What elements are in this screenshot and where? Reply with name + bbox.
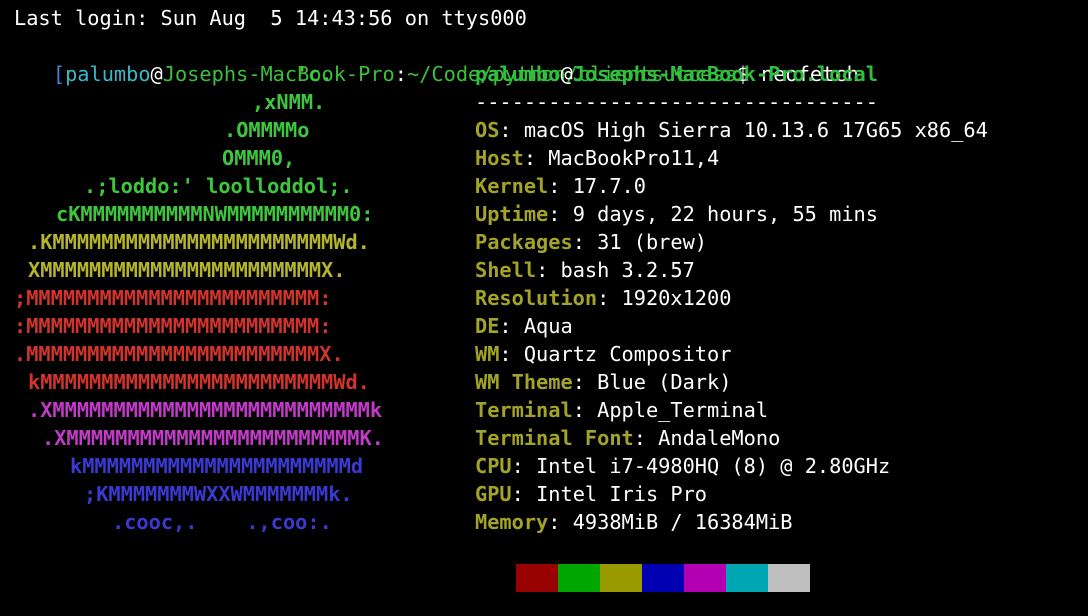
info-colon: :: [523, 146, 549, 170]
logo-line: ;MMMMMMMMMMMMMMMMMMMMMMMM:: [14, 286, 332, 310]
prompt-at: @: [150, 62, 163, 86]
info-user: palumbo: [475, 62, 561, 86]
logo-line: cKMMMMMMMMMMNWMMMMMMMMMM0:: [56, 202, 374, 226]
info-key: DE: [475, 314, 500, 338]
logo-line: OMMM0,: [222, 146, 296, 170]
logo-line: :MMMMMMMMMMMMMMMMMMMMMMMM:: [14, 314, 332, 338]
logo-line: ;KMMMMMMMWXXWMMMMMMMk.: [84, 482, 353, 506]
logo-line: .XMMMMMMMMMMMMMMMMMMMMMMMMMMk: [28, 398, 383, 422]
info-row-kernel: Kernel: 17.7.0: [475, 172, 646, 200]
info-value: Aqua: [523, 314, 573, 338]
logo-line: 'c.: [296, 62, 333, 86]
info-key: Packages: [475, 230, 573, 254]
info-value: 17.7.0: [572, 174, 646, 198]
info-colon: :: [511, 454, 537, 478]
info-value: 1920x1200: [621, 286, 732, 310]
info-colon: :: [572, 370, 598, 394]
info-value: Intel Iris Pro: [536, 482, 708, 506]
info-colon: :: [511, 482, 537, 506]
logo-line: kMMMMMMMMMMMMMMMMMMMMMMd: [70, 454, 364, 478]
info-colon: :: [499, 342, 524, 366]
info-colon: :: [572, 230, 598, 254]
info-value: 9 days, 22 hours, 55 mins: [572, 202, 878, 226]
info-colon: :: [536, 258, 561, 282]
info-row-uptime: Uptime: 9 days, 22 hours, 55 mins: [475, 200, 878, 228]
info-key: Memory: [475, 510, 549, 534]
logo-line: .XMMMMMMMMMMMMMMMMMMMMMMMMK.: [42, 426, 384, 450]
info-key: Kernel: [475, 174, 549, 198]
color-swatch: [600, 564, 642, 592]
prompt-host: Josephs-MacBook-Pro: [162, 62, 395, 86]
info-row-memory: Memory: 4938MiB / 16384MiB: [475, 508, 792, 536]
info-value: Blue (Dark): [597, 370, 732, 394]
info-key: WM: [475, 342, 500, 366]
info-key: OS: [475, 118, 500, 142]
info-value: Quartz Compositor: [523, 342, 732, 366]
info-row-cpu: CPU: Intel i7-4980HQ (8) @ 2.80GHz: [475, 452, 890, 480]
logo-line: .KMMMMMMMMMMMMMMMMMMMMMMMWd.: [28, 230, 370, 254]
info-colon: :: [548, 174, 573, 198]
info-separator: ---------------------------------: [475, 90, 878, 114]
logo-line: .MMMMMMMMMMMMMMMMMMMMMMMMX.: [14, 342, 344, 366]
info-colon: :: [499, 118, 524, 142]
color-swatch: [642, 564, 684, 592]
info-colon: :: [597, 286, 622, 310]
color-swatch: [684, 564, 726, 592]
logo-line: .;loddo:' loolloddol;.: [84, 174, 353, 198]
info-key: Uptime: [475, 202, 549, 226]
logo-line: kMMMMMMMMMMMMMMMMMMMMMMMMWd.: [28, 370, 370, 394]
info-host: Josephs-MacBook-Pro.local: [572, 62, 878, 86]
info-value: Intel i7-4980HQ (8) @ 2.80GHz: [536, 454, 891, 478]
logo-line: ,xNMM.: [252, 90, 326, 114]
info-key: GPU: [475, 482, 512, 506]
info-row-wm-theme: WM Theme: Blue (Dark): [475, 368, 731, 396]
info-row-resolution: Resolution: 1920x1200: [475, 284, 731, 312]
color-swatch: [516, 564, 558, 592]
info-key: CPU: [475, 454, 512, 478]
info-row-gpu: GPU: Intel Iris Pro: [475, 480, 707, 508]
info-value: MacBookPro11,4: [548, 146, 720, 170]
prompt-user: palumbo: [65, 62, 151, 86]
info-at: @: [560, 62, 573, 86]
color-palette: [516, 564, 810, 592]
info-key: WM Theme: [475, 370, 573, 394]
info-colon: :: [633, 426, 659, 450]
info-row-shell: Shell: bash 3.2.57: [475, 256, 695, 284]
info-row-terminal: Terminal: Apple_Terminal: [475, 396, 768, 424]
color-swatch: [558, 564, 600, 592]
color-swatch: [768, 564, 810, 592]
info-key: Host: [475, 146, 524, 170]
color-swatch: [726, 564, 768, 592]
logo-line: .OMMMMo: [224, 118, 310, 142]
info-header: palumbo@Josephs-MacBook-Pro.local: [475, 60, 878, 88]
info-row-host: Host: MacBookPro11,4: [475, 144, 719, 172]
prompt-bracket: [: [52, 62, 66, 86]
info-value: bash 3.2.57: [560, 258, 695, 282]
info-row-os: OS: macOS High Sierra 10.13.6 17G65 x86_…: [475, 116, 988, 144]
info-row-packages: Packages: 31 (brew): [475, 228, 707, 256]
info-value: 4938MiB / 16384MiB: [572, 510, 793, 534]
info-key: Terminal Font: [475, 426, 634, 450]
info-value: AndaleMono: [658, 426, 781, 450]
info-row-terminal-font: Terminal Font: AndaleMono: [475, 424, 780, 452]
info-row-wm: WM: Quartz Compositor: [475, 340, 731, 368]
prompt-colon: :: [394, 62, 407, 86]
shell-prompt-line: [palumbo@Josephs-MacBook-Pro:~/Code/pyth…: [4, 32, 859, 86]
logo-line: .cooc,. .,coo:.: [112, 510, 332, 534]
info-key: Shell: [475, 258, 537, 282]
info-colon: :: [499, 314, 524, 338]
info-value: 31 (brew): [597, 230, 708, 254]
terminal-window[interactable]: Last login: Sun Aug 5 14:43:56 on ttys00…: [0, 0, 1088, 616]
logo-line: XMMMMMMMMMMMMMMMMMMMMMMMX.: [28, 258, 346, 282]
info-key: Terminal: [475, 398, 573, 422]
info-value: macOS High Sierra 10.13.6 17G65 x86_64: [523, 118, 988, 142]
info-value: Apple_Terminal: [597, 398, 769, 422]
info-colon: :: [548, 510, 573, 534]
info-colon: :: [548, 202, 573, 226]
info-row-de: DE: Aqua: [475, 312, 573, 340]
last-login-line: Last login: Sun Aug 5 14:43:56 on ttys00…: [14, 6, 527, 30]
info-colon: :: [572, 398, 598, 422]
info-key: Resolution: [475, 286, 598, 310]
